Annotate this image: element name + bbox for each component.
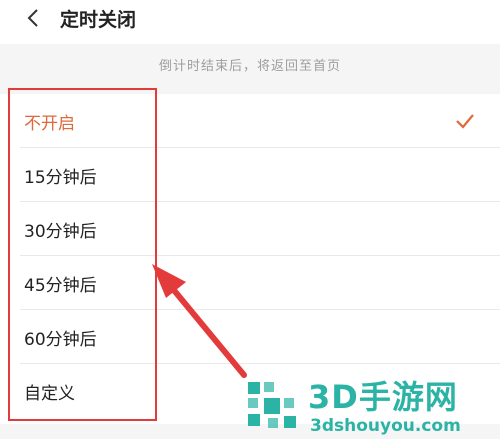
watermark-domain: 3dshouyou.com [310,416,461,436]
watermark-brand: 3D手游网 [308,378,458,416]
watermark: 3D手游网 3dshouyou.com [242,372,500,439]
watermark-logo-icon [248,382,296,428]
